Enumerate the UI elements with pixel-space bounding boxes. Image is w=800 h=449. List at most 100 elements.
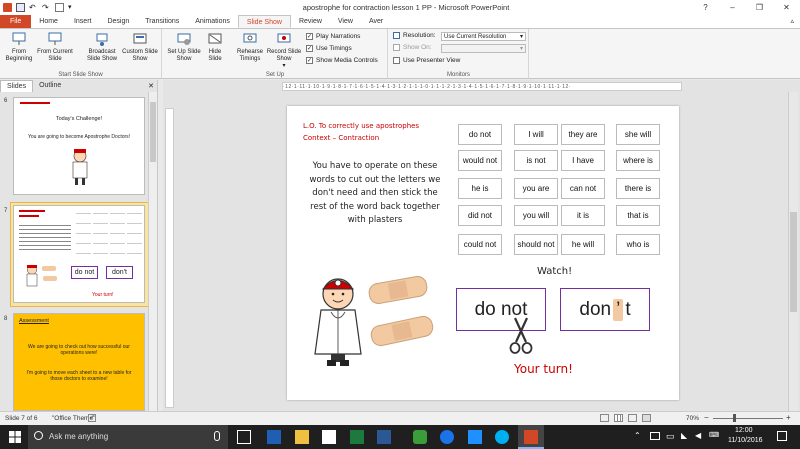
word-card[interactable]: you are <box>514 178 558 199</box>
close-button[interactable]: ✕ <box>773 0 800 14</box>
slide-sorter-icon[interactable] <box>614 414 623 422</box>
tab-slide-show[interactable]: Slide Show <box>237 15 291 28</box>
battery-icon[interactable]: ▭ <box>666 431 675 442</box>
notification-tray-icon[interactable] <box>650 432 660 440</box>
zoom-slider[interactable] <box>713 418 783 419</box>
set-up-slide-show-button[interactable]: Set Up Slide Show <box>167 31 201 63</box>
doctor-illustration-icon[interactable] <box>309 272 367 368</box>
search-box[interactable]: Ask me anything <box>28 425 228 449</box>
word-card[interactable]: where is <box>616 150 660 171</box>
word-card[interactable]: they are <box>561 124 605 145</box>
edge-browser-icon[interactable] <box>267 430 281 444</box>
thumbnail-scrollbar[interactable] <box>148 92 157 411</box>
zoom-level[interactable]: 70% <box>686 415 699 422</box>
broadcast-slide-show-button[interactable]: Broadcast Slide Show <box>84 31 120 63</box>
spellcheck-icon[interactable]: ✓ <box>88 414 96 422</box>
word-card[interactable]: I will <box>514 124 558 145</box>
minimize-button[interactable]: – <box>719 0 746 14</box>
tab-animations[interactable]: Animations <box>187 15 238 28</box>
use-timings-checkbox[interactable]: ✓ Use Timings <box>306 45 352 52</box>
network-icon[interactable]: ◣ <box>681 431 687 440</box>
show-media-controls-checkbox[interactable]: ✓ Show Media Controls <box>306 57 378 64</box>
record-slide-show-button[interactable]: Record Slide Show ▾ <box>265 31 303 70</box>
word-card[interactable]: who is <box>616 234 660 255</box>
plaster-icon[interactable] <box>367 274 429 306</box>
slide-thumbnail-8[interactable]: Assessment We are going to check out how… <box>13 313 145 411</box>
tab-transitions[interactable]: Transitions <box>137 15 187 28</box>
current-slide[interactable]: L.O. To correctly use apostrophes Contex… <box>287 106 679 400</box>
vertical-scrollbar[interactable] <box>788 92 798 411</box>
chrome-icon[interactable] <box>440 430 454 444</box>
redo-icon[interactable]: ↷ <box>42 3 51 12</box>
word-card[interactable]: can not <box>561 178 605 199</box>
start-slideshow-icon[interactable] <box>55 2 64 12</box>
clock-date[interactable]: 11/10/2016 <box>728 437 763 444</box>
plaster-icon[interactable] <box>369 314 435 348</box>
hide-slide-button[interactable]: Hide Slide <box>203 31 227 63</box>
tab-file[interactable]: File <box>0 15 32 28</box>
tray-chevron-icon[interactable]: ⌃ <box>634 431 641 440</box>
collapse-ribbon-icon[interactable]: ▵ <box>790 15 800 28</box>
maximize-button[interactable]: ❐ <box>746 0 773 14</box>
word-card[interactable]: should not <box>514 234 558 255</box>
word-card[interactable]: did not <box>458 205 502 226</box>
help-button[interactable]: ? <box>692 0 719 14</box>
customize-qat-icon[interactable]: ▾ <box>68 3 77 12</box>
undo-icon[interactable]: ↶ <box>29 3 38 12</box>
zoom-in-icon[interactable]: + <box>786 413 791 422</box>
word-card[interactable]: I have <box>561 150 605 171</box>
slide-thumbnail-6[interactable]: Today's Challenge! You are going to beco… <box>13 97 145 195</box>
scrollbar-thumb[interactable] <box>150 102 156 162</box>
rehearse-timings-button[interactable]: Rehearse Timings <box>233 31 267 63</box>
show-on-select[interactable]: ▾ <box>441 44 526 53</box>
from-beginning-button[interactable]: From Beginning <box>3 31 35 63</box>
slideshow-view-icon[interactable] <box>642 414 651 422</box>
windows-start-icon[interactable] <box>8 430 22 444</box>
word-card[interactable]: you will <box>514 205 558 226</box>
zoom-slider-thumb[interactable] <box>733 414 736 422</box>
store-icon[interactable] <box>322 430 336 444</box>
internet-explorer-icon[interactable] <box>468 430 482 444</box>
word-card[interactable]: is not <box>514 150 558 171</box>
from-current-slide-button[interactable]: From Current Slide <box>37 31 73 63</box>
play-narrations-checkbox[interactable]: ✓ Play Narrations <box>306 33 360 40</box>
resolution-select[interactable]: Use Current Resolution ▾ <box>441 32 526 41</box>
reading-view-icon[interactable] <box>628 414 637 422</box>
app-icon[interactable] <box>413 430 427 444</box>
word-card[interactable]: she will <box>616 124 660 145</box>
close-pane-icon[interactable]: ✕ <box>148 82 158 90</box>
excel-icon[interactable] <box>350 430 364 444</box>
save-icon[interactable] <box>16 2 25 12</box>
tab-outline[interactable]: Outline <box>33 80 67 92</box>
action-center-icon[interactable] <box>777 431 787 441</box>
word-card[interactable]: he is <box>458 178 502 199</box>
tab-aver[interactable]: Aver <box>361 15 391 28</box>
word-icon[interactable] <box>377 430 391 444</box>
task-view-icon[interactable] <box>237 430 251 444</box>
example-contracted-word[interactable]: don’ t <box>560 288 650 331</box>
powerpoint-taskbar-button[interactable] <box>518 425 544 449</box>
custom-slide-show-button[interactable]: Custom Slide Show <box>122 31 158 63</box>
tab-home[interactable]: Home <box>31 15 66 28</box>
skype-icon[interactable] <box>495 430 509 444</box>
tab-review[interactable]: Review <box>291 15 330 28</box>
word-card[interactable]: could not <box>458 234 502 255</box>
normal-view-icon[interactable] <box>600 414 609 422</box>
word-card[interactable]: that is <box>616 205 660 226</box>
tab-design[interactable]: Design <box>99 15 137 28</box>
tab-insert[interactable]: Insert <box>66 15 100 28</box>
tab-view[interactable]: View <box>330 15 361 28</box>
zoom-out-icon[interactable]: − <box>704 413 709 422</box>
language-icon[interactable]: ⌨ <box>709 431 719 439</box>
word-card[interactable]: there is <box>616 178 660 199</box>
scrollbar-thumb[interactable] <box>790 212 797 312</box>
use-presenter-view-checkbox[interactable]: Use Presenter View <box>393 57 460 64</box>
clock-time[interactable]: 12:00 <box>735 427 753 434</box>
volume-icon[interactable]: ◀ <box>695 431 701 440</box>
word-card[interactable]: would not <box>458 150 502 171</box>
word-card[interactable]: it is <box>561 205 605 226</box>
word-card[interactable]: do not <box>458 124 502 145</box>
word-card[interactable]: he will <box>561 234 605 255</box>
slide-thumbnail-7[interactable]: do not don't Your turn! <box>13 205 145 303</box>
file-explorer-icon[interactable] <box>295 430 309 444</box>
